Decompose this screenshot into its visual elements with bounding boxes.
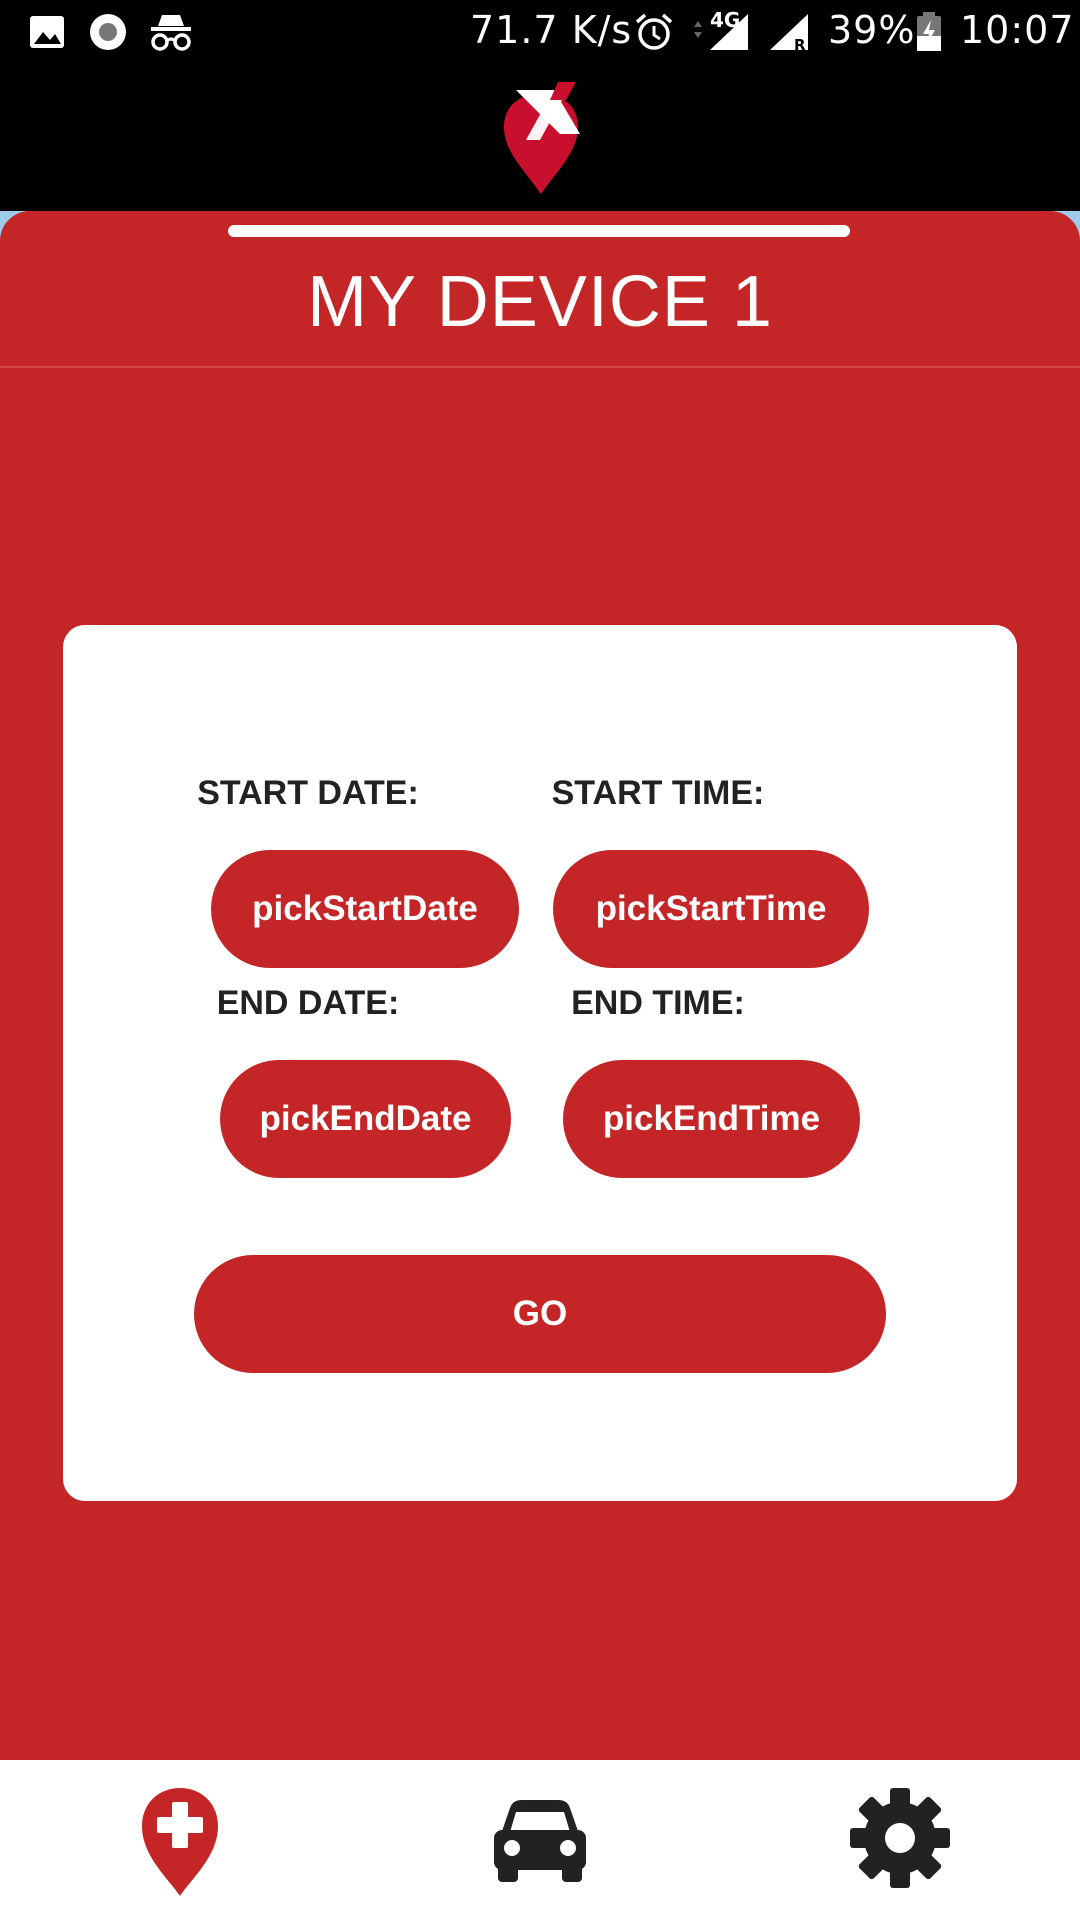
app-header [0,66,1080,211]
image-icon [30,16,64,48]
status-bar: 71.7 K/s 4G R 39% 10:07 [0,0,1080,66]
add-location-icon[interactable] [120,1778,240,1898]
device-title: MY DEVICE 1 [307,262,773,342]
bottom-navigation [0,1760,1080,1920]
incognito-icon [151,15,191,51]
go-button[interactable]: GO [194,1255,886,1373]
title-divider [0,366,1080,368]
sheet-drag-handle[interactable] [228,225,850,237]
record-icon [90,14,126,50]
pick-end-date-button[interactable]: pickEndDate [220,1060,511,1178]
clock: 10:07 [960,8,1075,52]
network-type-label: 4G [710,8,741,32]
alarm-icon [635,13,673,50]
date-range-card: START DATE: START TIME: pickStartDate pi… [63,625,1017,1501]
location-pin-logo [504,82,580,194]
pick-end-time-button[interactable]: pickEndTime [563,1060,860,1178]
start-date-label: START DATE: [197,774,419,812]
svg-text:R: R [794,36,806,52]
settings-gear-icon[interactable] [840,1778,960,1898]
car-icon[interactable] [480,1778,600,1898]
signal-roaming-icon: R [770,14,808,52]
pick-start-time-button[interactable]: pickStartTime [553,850,869,968]
end-time-label: END TIME: [571,984,745,1022]
battery-percent: 39% [828,8,916,52]
end-date-label: END DATE: [216,984,400,1022]
battery-charging-icon [917,12,941,51]
network-speed: 71.7 K/s [470,8,633,52]
start-time-label: START TIME: [551,774,765,812]
pick-start-date-button[interactable]: pickStartDate [211,850,519,968]
device-sheet: MY DEVICE 1 START DATE: START TIME: pick… [0,211,1080,1760]
